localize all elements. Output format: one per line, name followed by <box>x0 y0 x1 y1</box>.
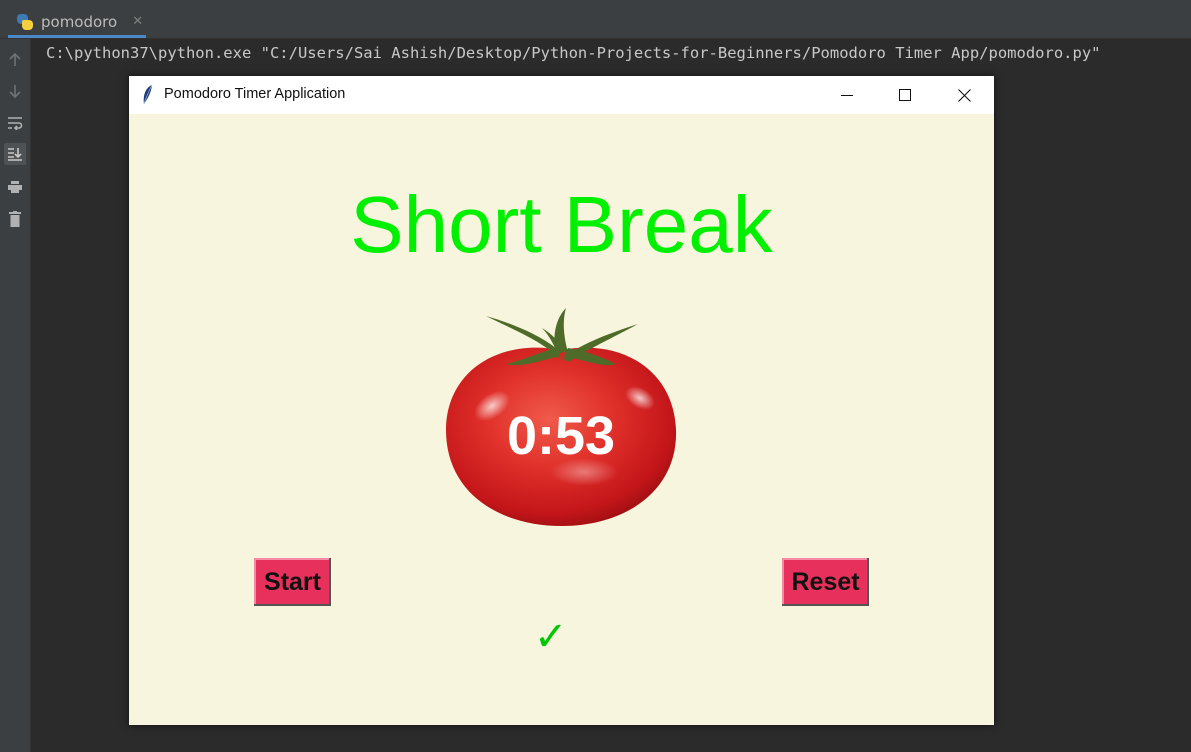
pomodoro-window: Pomodoro Timer Application Short Break 0… <box>129 76 994 725</box>
timer-display: 0:53 <box>506 406 616 466</box>
session-checkmarks: ✓ <box>534 614 568 660</box>
arrow-up-icon[interactable] <box>4 49 26 71</box>
mode-heading: Short Break <box>350 180 773 269</box>
tab-pomodoro[interactable]: pomodoro ✕ <box>8 8 146 38</box>
maximize-icon[interactable] <box>876 76 934 114</box>
close-icon[interactable] <box>935 76 993 114</box>
window-titlebar[interactable]: Pomodoro Timer Application <box>129 76 994 114</box>
arrow-down-icon[interactable] <box>4 80 26 102</box>
run-toolbar <box>0 39 31 752</box>
editor-tab-bar: pomodoro ✕ <box>0 0 1191 39</box>
minimize-icon[interactable] <box>818 76 876 114</box>
python-icon <box>16 13 34 31</box>
console-command-line: C:\python37\python.exe "C:/Users/Sai Ash… <box>46 44 1101 62</box>
feather-icon <box>141 84 155 106</box>
tab-close-icon[interactable]: ✕ <box>132 14 143 29</box>
trash-icon[interactable] <box>4 208 26 230</box>
start-button[interactable]: Start <box>254 558 331 606</box>
print-icon[interactable] <box>4 176 26 198</box>
window-title: Pomodoro Timer Application <box>164 86 346 102</box>
scroll-to-end-icon[interactable] <box>4 143 26 165</box>
reset-button[interactable]: Reset <box>782 558 869 606</box>
tab-label: pomodoro <box>41 12 118 31</box>
soft-wrap-icon[interactable] <box>4 112 26 134</box>
